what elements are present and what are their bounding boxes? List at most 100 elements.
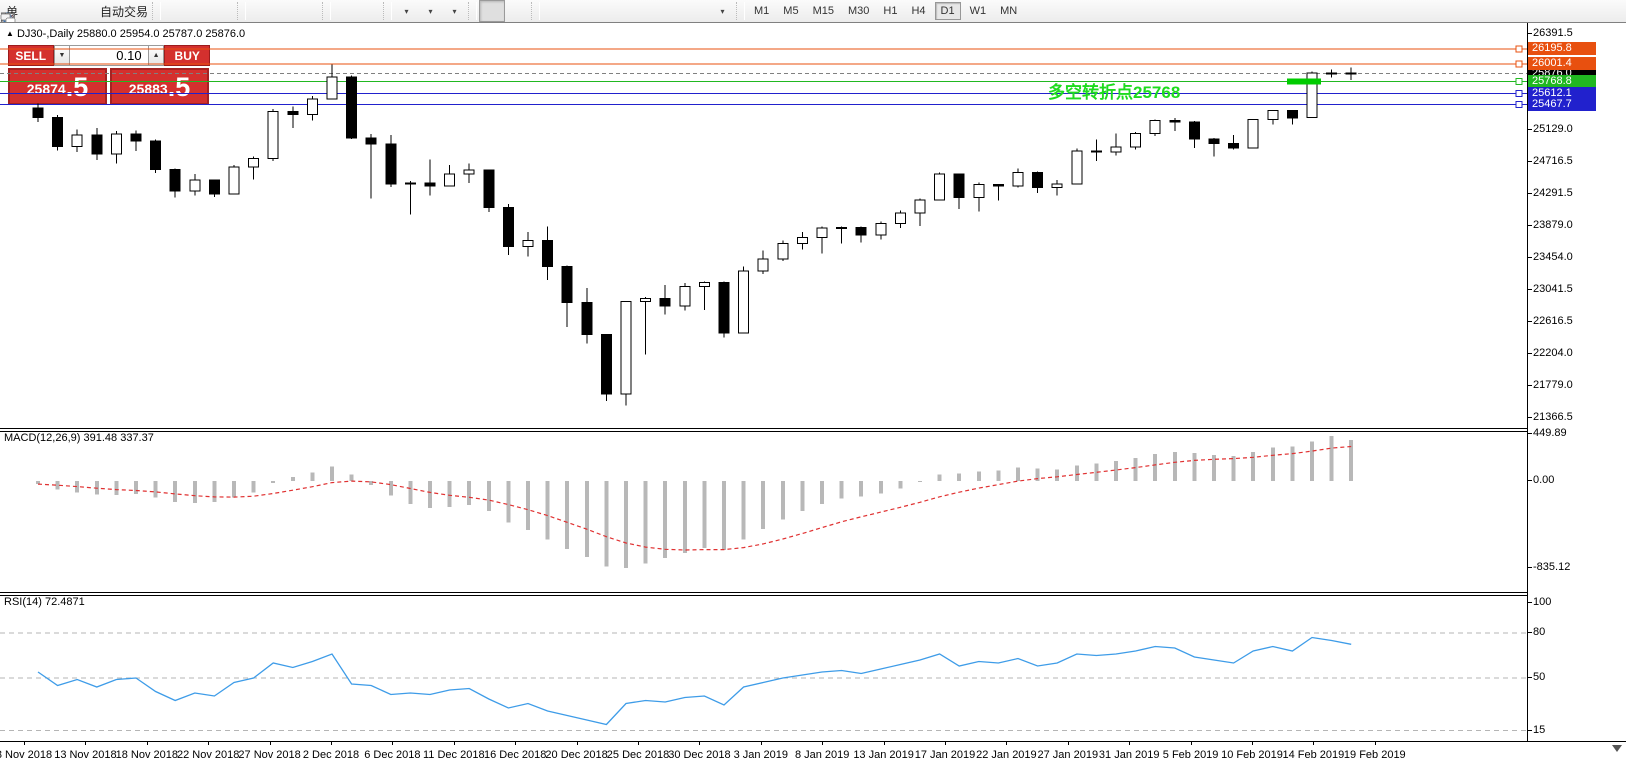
timeframe-h4-button[interactable]: H4 <box>906 3 930 19</box>
date-tick <box>331 741 332 745</box>
date-tick <box>1129 741 1130 745</box>
macd-tick-label: 0.00 <box>1533 474 1554 486</box>
rsi-indicator-label: RSI(14) 72.4871 <box>4 596 85 608</box>
toolbar-separator <box>237 2 246 20</box>
date-label: 22 Jan 2019 <box>976 749 1037 761</box>
date-label: 8 Jan 2019 <box>795 749 849 761</box>
macd-pane-canvas[interactable] <box>0 431 1527 592</box>
date-tick <box>884 741 885 745</box>
gold-button[interactable] <box>24 1 48 21</box>
date-tick <box>208 741 209 745</box>
date-label: 31 Jan 2019 <box>1099 749 1160 761</box>
chart-annotation-text: 多空转折点25768 <box>1048 78 1180 103</box>
axis-end-marker-icon <box>1612 745 1622 752</box>
bar-chart-button[interactable] <box>163 1 187 21</box>
price-tick-label: 21366.5 <box>1533 411 1573 423</box>
rsi-tick-label: 15 <box>1533 724 1545 736</box>
crosshair-button[interactable] <box>505 1 529 21</box>
price-tick-label: 22616.5 <box>1533 315 1573 327</box>
date-label: 17 Jan 2019 <box>915 749 976 761</box>
zoom-in-button[interactable] <box>248 1 272 21</box>
date-tick <box>1068 741 1069 745</box>
dropdown-caret-icon[interactable]: ▾ <box>405 7 409 16</box>
timeframe-h1-button[interactable]: H1 <box>878 3 902 19</box>
chat-button[interactable] <box>1602 1 1626 21</box>
date-tick <box>270 741 271 745</box>
new-chart-button[interactable]: ▾ <box>394 1 418 21</box>
price-axis-border <box>1527 23 1528 741</box>
price-chart-canvas[interactable] <box>0 23 1527 428</box>
macd-tick-label: 449.89 <box>1533 427 1567 439</box>
highlight-trendline <box>1287 79 1321 85</box>
timeframe-mn-button[interactable]: MN <box>995 3 1022 19</box>
candlestick-chart-button[interactable] <box>187 1 211 21</box>
timeframe-m15-button[interactable]: M15 <box>808 3 839 19</box>
shapes-button[interactable]: ▾ <box>710 1 734 21</box>
date-tick <box>515 741 516 745</box>
period-clock-button[interactable]: ▾ <box>418 1 442 21</box>
search-button[interactable] <box>1578 1 1602 21</box>
timeframe-w1-button[interactable]: W1 <box>965 3 992 19</box>
zoom-out-button[interactable] <box>272 1 296 21</box>
date-label: 20 Dec 2018 <box>545 749 607 761</box>
chart-window[interactable]: ▲ DJ30-,Daily 25880.0 25954.0 25787.0 25… <box>0 22 1626 772</box>
date-tick <box>454 741 455 745</box>
price-line-tag: 26195.8 <box>1528 42 1596 55</box>
channel-button[interactable]: E <box>614 1 638 21</box>
date-tick <box>699 741 700 745</box>
date-label: 2 Dec 2018 <box>303 749 359 761</box>
autotrade-button[interactable]: 自动交易 <box>96 1 150 21</box>
date-label: 25 Dec 2018 <box>607 749 669 761</box>
line-chart-button[interactable] <box>211 1 235 21</box>
dropdown-caret-icon[interactable]: ▾ <box>721 7 725 16</box>
trendline-button[interactable] <box>590 1 614 21</box>
date-label: 10 Feb 2019 <box>1221 749 1283 761</box>
date-label: 27 Jan 2019 <box>1038 749 1099 761</box>
text-button[interactable]: A <box>662 1 686 21</box>
horizontal-line-button[interactable] <box>566 1 590 21</box>
date-tick <box>85 741 86 745</box>
timeframe-m30-button[interactable]: M30 <box>843 3 874 19</box>
date-label: 5 Feb 2019 <box>1163 749 1219 761</box>
date-tick <box>1006 741 1007 745</box>
auto-scroll-button[interactable] <box>357 1 381 21</box>
vertical-line-button[interactable] <box>542 1 566 21</box>
macd-indicator-label: MACD(12,26,9) 391.48 337.37 <box>4 432 154 444</box>
price-line-tag: 26001.4 <box>1528 57 1596 70</box>
date-label: 27 Nov 2018 <box>238 749 300 761</box>
signal-button[interactable] <box>72 1 96 21</box>
price-line-tag: 25467.7 <box>1528 98 1596 111</box>
price-tick-label: 25129.0 <box>1533 123 1573 135</box>
price-tick-label: 21779.0 <box>1533 379 1573 391</box>
template-button[interactable]: ▾ <box>442 1 466 21</box>
dropdown-caret-icon[interactable]: ▾ <box>429 7 433 16</box>
date-tick <box>577 741 578 745</box>
date-label: 22 Nov 2018 <box>177 749 239 761</box>
time-axis-border <box>0 741 1626 742</box>
timeframe-m5-button[interactable]: M5 <box>778 3 803 19</box>
terminal-button[interactable] <box>48 1 72 21</box>
date-tick <box>1252 741 1253 745</box>
date-label: 6 Dec 2018 <box>364 749 420 761</box>
chart-shift-button[interactable] <box>333 1 357 21</box>
fibonacci-button[interactable]: F <box>638 1 662 21</box>
cursor-button[interactable] <box>479 0 505 22</box>
toolbar-separator <box>531 2 540 20</box>
date-label: 16 Dec 2018 <box>484 749 546 761</box>
rsi-tick-label: 80 <box>1533 626 1545 638</box>
main-toolbar: 单自动交易▾▾▾EFAT▾M1M5M15M30H1H4D1W1MN <box>0 0 1626 23</box>
pane-separator[interactable] <box>0 428 1527 432</box>
timeframe-m1-button[interactable]: M1 <box>749 3 774 19</box>
label-button[interactable]: T <box>686 1 710 21</box>
autotrade-label: 自动交易 <box>100 3 148 20</box>
tile-windows-button[interactable] <box>296 1 320 21</box>
price-tick-label: 23041.5 <box>1533 283 1573 295</box>
date-tick <box>147 741 148 745</box>
rsi-pane-canvas[interactable] <box>0 595 1527 741</box>
toolbar-separator <box>152 2 161 20</box>
pane-separator[interactable] <box>0 592 1527 596</box>
date-label: 18 Nov 2018 <box>116 749 178 761</box>
timeframe-d1-button[interactable]: D1 <box>935 2 961 20</box>
dropdown-caret-icon[interactable]: ▾ <box>453 7 457 16</box>
date-label: 11 Dec 2018 <box>423 749 485 761</box>
